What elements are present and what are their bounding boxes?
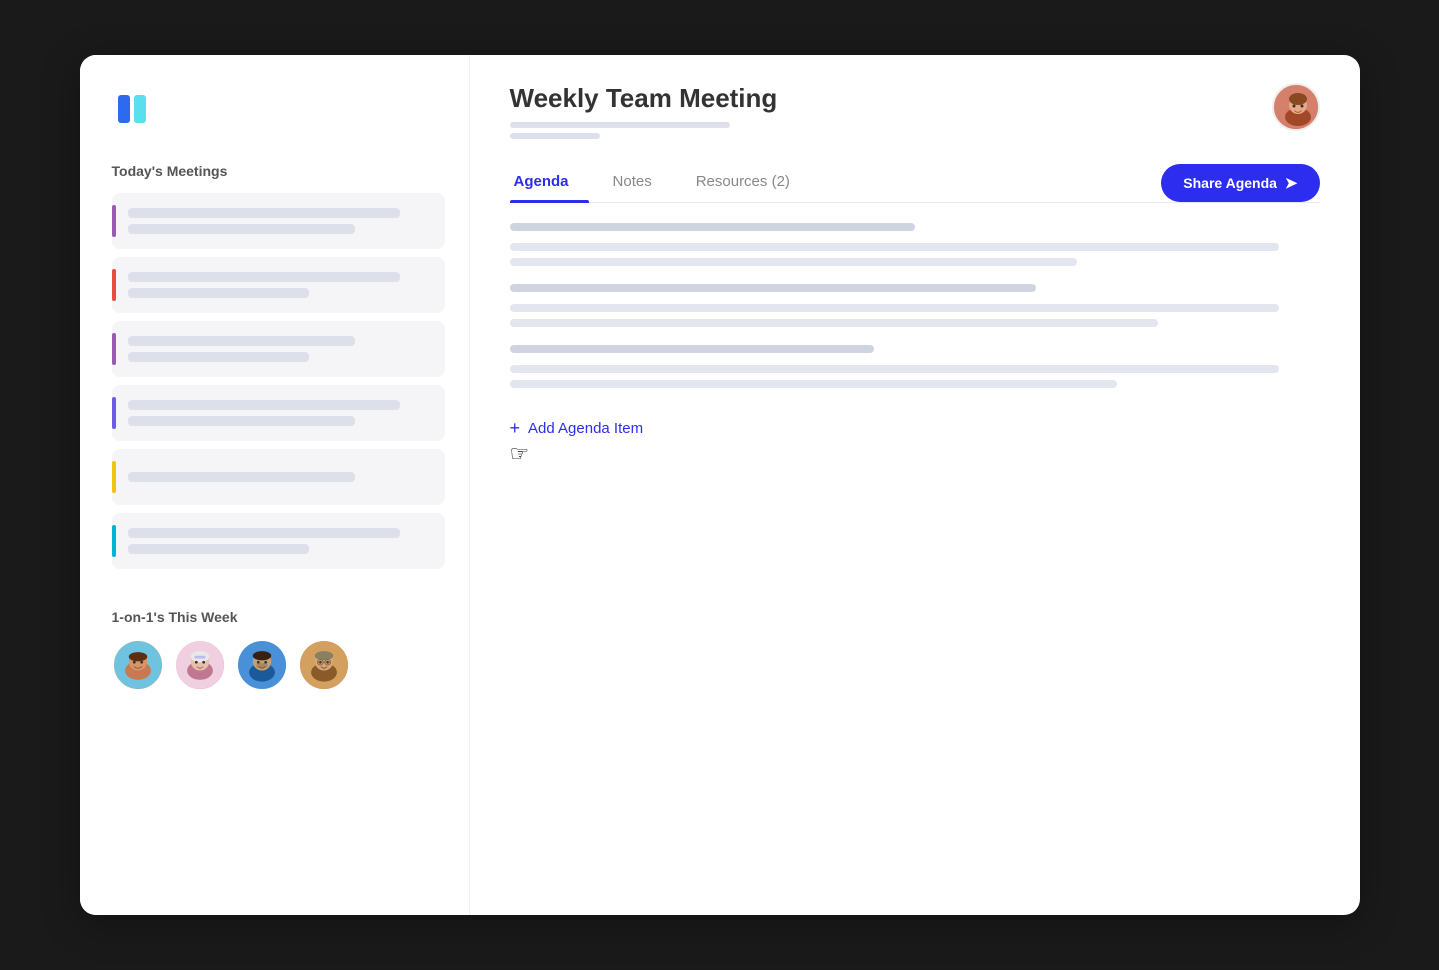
- agenda-skeleton-line: [510, 365, 1280, 373]
- agenda-section: [510, 223, 1320, 266]
- tab-agenda[interactable]: Agenda: [510, 163, 589, 202]
- agenda-header-skeleton: [510, 223, 915, 231]
- avatar[interactable]: [236, 639, 288, 691]
- meeting-item[interactable]: [112, 321, 445, 377]
- agenda-body-lines: [510, 365, 1320, 388]
- agenda-skeleton-line: [510, 319, 1158, 327]
- share-agenda-button[interactable]: Share Agenda ➤: [1161, 164, 1319, 202]
- agenda-skeleton-line: [510, 243, 1280, 251]
- app-window: Today's Meetings: [80, 55, 1360, 915]
- meeting-list: [112, 193, 445, 569]
- skeleton-line: [128, 352, 310, 362]
- avatar-face: [238, 641, 286, 689]
- meeting-item[interactable]: [112, 193, 445, 249]
- main-content: Weekly Team Meeting Ag: [470, 55, 1360, 915]
- skeleton-line: [128, 224, 355, 234]
- skeleton-line: [128, 416, 355, 426]
- avatar-face: [300, 641, 348, 689]
- meeting-accent: [112, 397, 116, 429]
- agenda-content: + Add Agenda Item ☞: [510, 223, 1320, 467]
- agenda-body-lines: [510, 243, 1320, 266]
- one-on-ones-label: 1-on-1's This Week: [112, 609, 445, 625]
- add-agenda-item-button[interactable]: + Add Agenda Item: [510, 418, 1320, 439]
- skeleton-line: [128, 544, 310, 554]
- meeting-accent: [112, 205, 116, 237]
- send-icon: ➤: [1285, 174, 1298, 192]
- agenda-section: [510, 345, 1320, 388]
- meeting-title: Weekly Team Meeting: [510, 83, 778, 114]
- skeleton-line: [128, 208, 401, 218]
- agenda-header-skeleton: [510, 284, 1037, 292]
- meeting-accent: [112, 525, 116, 557]
- user-avatar[interactable]: [1272, 83, 1320, 131]
- meeting-accent: [112, 269, 116, 301]
- meeting-title-section: Weekly Team Meeting: [510, 83, 778, 139]
- agenda-skeleton-line: [510, 380, 1118, 388]
- meeting-content: [128, 397, 431, 429]
- skeleton-line: [128, 336, 355, 346]
- title-decoration-line: [510, 133, 600, 139]
- agenda-section: [510, 284, 1320, 327]
- cursor-pointer: ☞: [510, 441, 1320, 467]
- meeting-content: [128, 269, 431, 301]
- skeleton-line: [128, 528, 401, 538]
- meeting-content: [128, 525, 431, 557]
- skeleton-line: [128, 288, 310, 298]
- title-underlines: [510, 122, 778, 139]
- todays-meetings-label: Today's Meetings: [112, 163, 445, 179]
- agenda-skeleton-line: [510, 258, 1077, 266]
- avatar-face: [114, 641, 162, 689]
- top-bar: Weekly Team Meeting: [510, 83, 1320, 139]
- meeting-content: [128, 461, 431, 493]
- agenda-header-skeleton: [510, 345, 875, 353]
- tab-notes[interactable]: Notes: [609, 163, 672, 202]
- title-decoration-line: [510, 122, 730, 128]
- skeleton-line: [128, 472, 355, 482]
- avatar[interactable]: [298, 639, 350, 691]
- plus-icon: +: [510, 418, 521, 439]
- tab-resources[interactable]: Resources (2): [692, 163, 810, 202]
- meeting-item[interactable]: [112, 449, 445, 505]
- avatar-face: [176, 641, 224, 689]
- meeting-content: [128, 205, 431, 237]
- app-logo[interactable]: [112, 87, 156, 131]
- tabs-bar: Agenda Notes Resources (2) Share Agenda …: [510, 163, 1320, 203]
- agenda-body-lines: [510, 304, 1320, 327]
- avatar[interactable]: [174, 639, 226, 691]
- meeting-item[interactable]: [112, 257, 445, 313]
- share-agenda-label: Share Agenda: [1183, 175, 1277, 191]
- meeting-accent: [112, 461, 116, 493]
- skeleton-line: [128, 400, 401, 410]
- skeleton-line: [128, 272, 401, 282]
- add-agenda-label: Add Agenda Item: [528, 420, 643, 437]
- meeting-item[interactable]: [112, 385, 445, 441]
- avatar[interactable]: [112, 639, 164, 691]
- sidebar: Today's Meetings: [80, 55, 470, 915]
- meeting-accent: [112, 333, 116, 365]
- one-on-ones-avatars: [112, 639, 445, 691]
- meeting-item[interactable]: [112, 513, 445, 569]
- meeting-content: [128, 333, 431, 365]
- one-on-ones-section: 1-on-1's This Week: [112, 609, 445, 691]
- agenda-skeleton-line: [510, 304, 1280, 312]
